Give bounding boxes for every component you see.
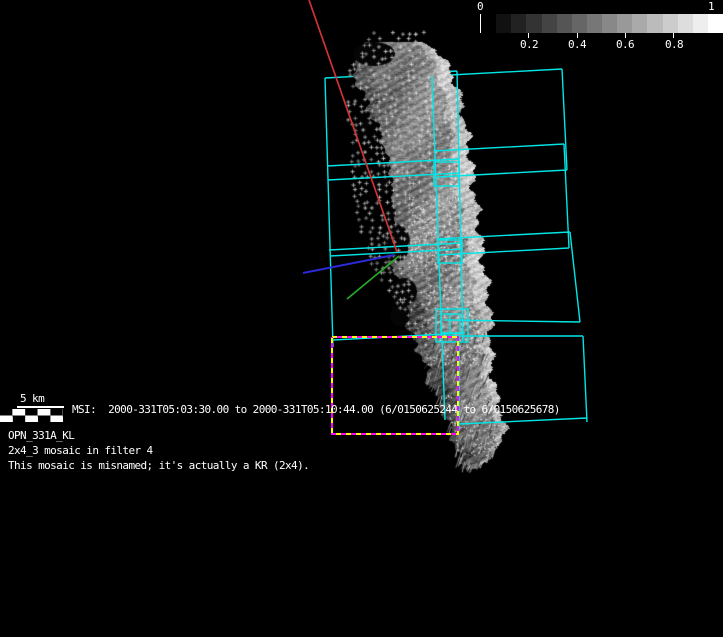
mosaic-frames-overlay: [0, 0, 723, 637]
colorbar-tick-label: 0.4: [560, 38, 594, 51]
colorbar-gradient: [480, 14, 723, 33]
highlight-dash-magenta: [332, 337, 458, 434]
scale-bar-label: 5 km: [20, 392, 44, 405]
highlight-dash-yellow: [332, 337, 458, 434]
colorbar-max-label: 1: [708, 0, 714, 13]
sequence-id-label: OPN_331A_KL: [8, 429, 74, 442]
axis-blue-line: [303, 255, 394, 273]
colorbar-min-label: 0: [477, 0, 483, 13]
msi-planning-window: 0 1 0.2 0.4 0.6 0.8 5 km MSI: 2000-331T0…: [0, 0, 723, 637]
colorbar-tick-label: 0.2: [512, 38, 546, 51]
scale-bar-rule: [17, 406, 64, 408]
mosaic-description-label: 2x4_3 mosaic in filter 4: [8, 444, 153, 457]
axis-red-line: [309, 0, 397, 252]
highlighted-frame-outline: [332, 337, 458, 434]
mosaic-note-label: This mosaic is misnamed; it's actually a…: [8, 459, 309, 472]
body-axes: [303, 0, 399, 299]
msi-status-line: MSI: 2000-331T05:03:30.00 to 2000-331T05…: [72, 403, 560, 416]
mosaic-frame-grid: [325, 69, 587, 430]
colorbar-tick-label: 0.8: [657, 38, 691, 51]
colorbar-tick-label: 0.6: [608, 38, 642, 51]
scale-bar-checker: [0, 409, 63, 422]
